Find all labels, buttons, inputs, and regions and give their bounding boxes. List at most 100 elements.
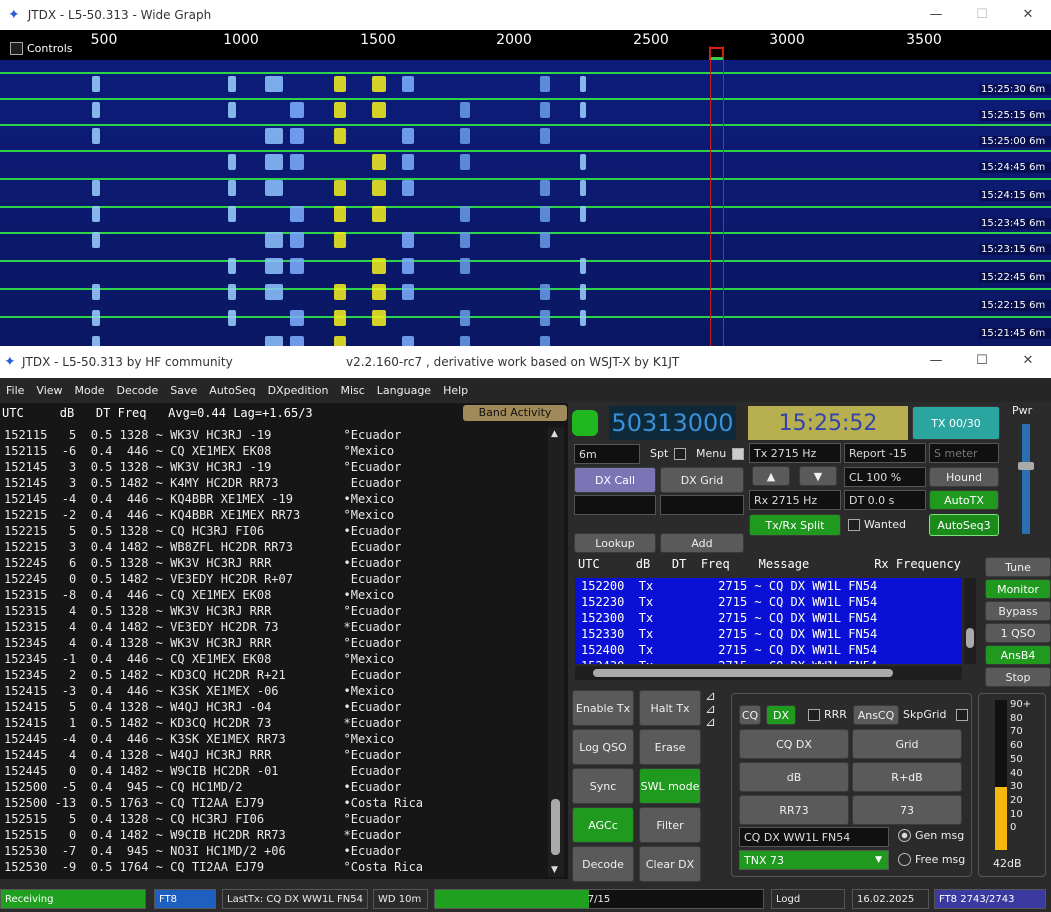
scrollbar-thumb[interactable]: [551, 799, 560, 855]
decode-row[interactable]: 152315 4 0.4 1482 ~ VE3EDY HC2DR 73 *Ecu…: [0, 619, 548, 635]
spt-checkbox[interactable]: Spt: [650, 447, 690, 460]
autotx-button[interactable]: AutoTX: [929, 490, 999, 510]
clear-dx-button[interactable]: Clear DX: [639, 846, 701, 882]
dx-toggle[interactable]: DX: [766, 705, 796, 725]
grid-button[interactable]: Grid: [852, 729, 962, 759]
cq-dx-button[interactable]: CQ DX: [739, 729, 849, 759]
close-icon[interactable]: ✕: [1005, 346, 1051, 376]
dx-grid-input[interactable]: [660, 495, 744, 515]
anscq-button[interactable]: AnsCQ: [853, 705, 899, 725]
scroll-up-icon[interactable]: ▲: [551, 429, 558, 439]
filter-button[interactable]: Filter: [639, 807, 701, 843]
gen-msg-input[interactable]: CQ DX WW1L FN54: [739, 827, 889, 847]
menu-save[interactable]: Save: [170, 384, 197, 397]
menu-file[interactable]: File: [6, 384, 24, 397]
band-select[interactable]: 6m: [574, 444, 640, 464]
dx-call-input[interactable]: [574, 495, 656, 515]
bypass-button[interactable]: Bypass: [985, 601, 1051, 621]
decode-row[interactable]: 152530 -9 0.5 1764 ~ CQ TI2AA EJ79 °Cost…: [0, 859, 548, 875]
checkbox-box[interactable]: [956, 708, 969, 721]
decode-row[interactable]: 152345 4 0.4 1328 ~ WK3V HC3RJ RRR °Ecua…: [0, 635, 548, 651]
menu-misc[interactable]: Misc: [340, 384, 364, 397]
decode-row[interactable]: 152500 -13 0.5 1763 ~ CQ TI2AA EJ79 •Cos…: [0, 795, 548, 811]
menu-mode[interactable]: Mode: [75, 384, 105, 397]
erase-button[interactable]: Erase: [639, 729, 701, 765]
menu-view[interactable]: View: [36, 384, 62, 397]
decode-row[interactable]: 152445 4 0.4 1328 ~ W4QJ HC3RJ RRR °Ecua…: [0, 747, 548, 763]
log-qso-button[interactable]: Log QSO: [572, 729, 634, 765]
decode-row[interactable]: 152215 5 0.5 1328 ~ CQ HC3RJ FI06 •Ecuad…: [0, 523, 548, 539]
cq-toggle[interactable]: CQ: [739, 705, 761, 725]
tx-history-list[interactable]: 152200 Tx 2715 ~ CQ DX WW1L FN54 152230 T…: [575, 578, 962, 664]
scrollbar-thumb[interactable]: [593, 669, 893, 677]
wanted-checkbox[interactable]: Wanted: [848, 518, 906, 531]
cl-field[interactable]: CL 100 %: [844, 467, 926, 487]
db-button[interactable]: dB: [739, 762, 849, 792]
checkbox-box[interactable]: [808, 708, 820, 721]
free-msg-radio[interactable]: Free msg: [898, 853, 965, 866]
dx-call-button[interactable]: DX Call: [574, 467, 656, 493]
decode-row[interactable]: 152515 0 0.4 1482 ~ W9CIB HC2DR RR73 *Ec…: [0, 827, 548, 843]
tx-horizontal-scrollbar[interactable]: [575, 666, 962, 680]
menu-decode[interactable]: Decode: [117, 384, 159, 397]
tx-row[interactable]: 152330 Tx 2715 ~ CQ DX WW1L FN54: [575, 626, 962, 642]
menu-help[interactable]: Help: [443, 384, 468, 397]
checkbox-box[interactable]: [674, 447, 687, 460]
autoseq-button[interactable]: AutoSeq3: [929, 514, 999, 536]
dx-grid-button[interactable]: DX Grid: [660, 467, 744, 493]
controls-checkbox[interactable]: Controls: [10, 42, 73, 55]
decode-row[interactable]: 152445 0 0.4 1482 ~ W9CIB HC2DR -01 Ecua…: [0, 763, 548, 779]
decode-row[interactable]: 152215 3 0.4 1482 ~ WB8ZFL HC2DR RR73 Ec…: [0, 539, 548, 555]
menu-dxpedition[interactable]: DXpedition: [268, 384, 329, 397]
tx-row[interactable]: 152400 Tx 2715 ~ CQ DX WW1L FN54: [575, 642, 962, 658]
decode-row[interactable]: 152345 2 0.5 1482 ~ KD3CQ HC2DR R+21 Ecu…: [0, 667, 548, 683]
power-slider[interactable]: [1018, 424, 1034, 534]
tx-up-button[interactable]: ▲: [752, 466, 790, 486]
tx-vertical-scrollbar[interactable]: [964, 578, 976, 664]
decode-row[interactable]: 152315 4 0.5 1328 ~ WK3V HC3RJ RRR °Ecua…: [0, 603, 548, 619]
decode-row[interactable]: 152315 -8 0.4 446 ~ CQ XE1MEX EK08 •Mexi…: [0, 587, 548, 603]
tx-down-button[interactable]: ▼: [799, 466, 837, 486]
maximize-icon[interactable]: ☐: [959, 346, 1005, 376]
tx-frequency-field[interactable]: Tx 2715 Hz: [749, 443, 841, 463]
slider-handle[interactable]: [1018, 462, 1034, 470]
ansb4-button[interactable]: AnsB4: [985, 645, 1051, 665]
monitor-button[interactable]: Monitor: [985, 579, 1051, 599]
lookup-button[interactable]: Lookup: [574, 533, 656, 553]
stop-button[interactable]: Stop: [985, 667, 1051, 687]
decode-row[interactable]: 152145 -4 0.4 446 ~ KQ4BBR XE1MEX -19 •M…: [0, 491, 548, 507]
scroll-down-icon[interactable]: ▼: [551, 865, 558, 875]
tx-row[interactable]: 152230 Tx 2715 ~ CQ DX WW1L FN54: [575, 594, 962, 610]
hound-button[interactable]: Hound: [929, 467, 999, 487]
minimize-icon[interactable]: —: [913, 0, 959, 30]
swl-mode-button[interactable]: SWL mode: [639, 768, 701, 804]
decode-row[interactable]: 152445 -4 0.4 446 ~ K3SK XE1MEX RR73 °Me…: [0, 731, 548, 747]
checkbox-box[interactable]: [10, 42, 23, 55]
dt-field[interactable]: DT 0.0 s: [844, 490, 926, 510]
decode-row[interactable]: 152500 -5 0.4 945 ~ CQ HC1MD/2 •Ecuador: [0, 779, 548, 795]
decode-row[interactable]: 152245 6 0.5 1328 ~ WK3V HC3RJ RRR •Ecua…: [0, 555, 548, 571]
decode-row[interactable]: 152145 3 0.5 1328 ~ WK3V HC3RJ -19 °Ecua…: [0, 459, 548, 475]
decode-row[interactable]: 152415 1 0.5 1482 ~ KD3CQ HC2DR 73 *Ecua…: [0, 715, 548, 731]
1qso-button[interactable]: 1 QSO: [985, 623, 1051, 643]
halt-tx-button[interactable]: Halt Tx: [639, 690, 701, 726]
skpgrid-checkbox[interactable]: SkpGrid: [903, 708, 972, 721]
report-field[interactable]: Report -15: [844, 443, 926, 463]
decode-row[interactable]: 152115 5 0.5 1328 ~ WK3V HC3RJ -19 °Ecua…: [0, 427, 548, 443]
add-button[interactable]: Add: [660, 533, 744, 553]
minimize-icon[interactable]: —: [913, 346, 959, 376]
decode-row[interactable]: 152530 -7 0.4 945 ~ NO3I HC1MD/2 +06 •Ec…: [0, 843, 548, 859]
decode-row[interactable]: 152215 -2 0.4 446 ~ KQ4BBR XE1MEX RR73 °…: [0, 507, 548, 523]
gen-msg-radio[interactable]: Gen msg: [898, 829, 964, 842]
decode-row[interactable]: 152515 5 0.4 1328 ~ CQ HC3RJ FI06 °Ecuad…: [0, 811, 548, 827]
agcc-button[interactable]: AGCc: [572, 807, 634, 843]
rrr-checkbox[interactable]: RRR: [808, 708, 847, 721]
73-button[interactable]: 73: [852, 795, 962, 825]
rr73-button[interactable]: RR73: [739, 795, 849, 825]
menu-language[interactable]: Language: [377, 384, 431, 397]
frequency-scale[interactable]: Controls 500 1000 1500 2000 2500 3000 35…: [0, 30, 1051, 60]
radio-dot[interactable]: [898, 829, 911, 842]
decode-row[interactable]: 152245 0 0.5 1482 ~ VE3EDY HC2DR R+07 Ec…: [0, 571, 548, 587]
tx-row[interactable]: 152200 Tx 2715 ~ CQ DX WW1L FN54: [575, 578, 962, 594]
tx-row[interactable]: 152430 Tx 2715 ~ CQ DX WW1L FN54: [575, 658, 962, 664]
